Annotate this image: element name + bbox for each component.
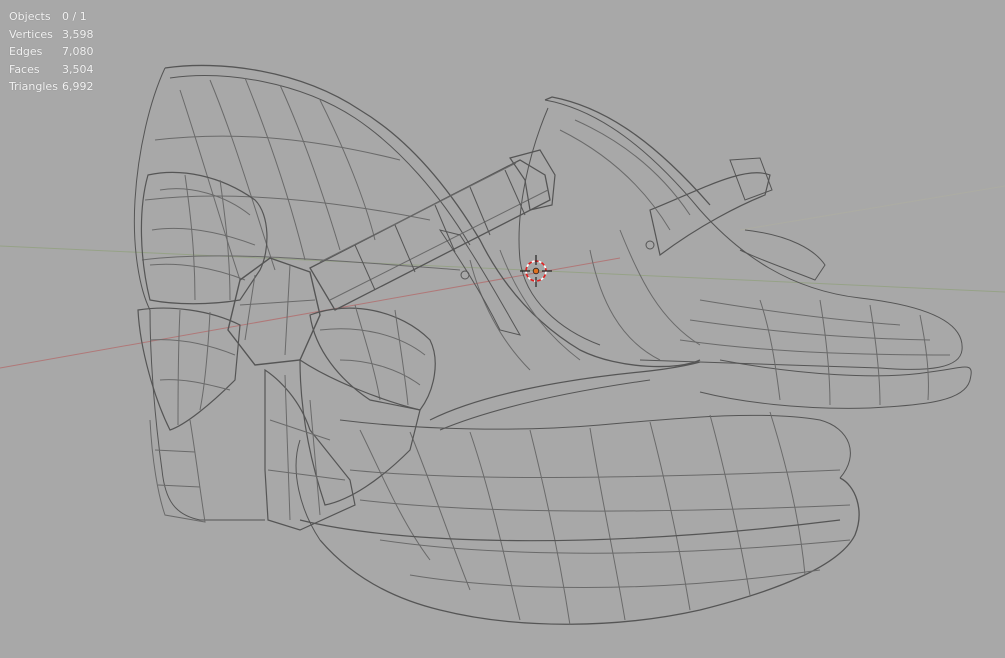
stat-row-objects: Objects 0 / 1 (9, 8, 94, 26)
stat-value: 3,598 (62, 27, 94, 41)
stat-label: Objects (9, 10, 51, 23)
stat-value: 7,080 (62, 45, 94, 58)
stat-row-vertices: Vertices 3,598 (9, 26, 94, 44)
stat-value: 3,504 (62, 62, 94, 76)
stat-label: Edges (9, 45, 43, 58)
mesh-wires (133, 64, 972, 626)
wireframe-shoe-pair-mesh[interactable] (0, 0, 1005, 658)
stat-value: 6,992 (62, 80, 94, 93)
stat-label: Faces (9, 62, 40, 76)
y-axis-line-far (739, 185, 1005, 231)
object-origin-icon (532, 267, 540, 275)
stat-row-triangles: Triangles 6,992 (9, 78, 94, 96)
scene-statistics-overlay: Objects 0 / 1 Vertices 3,598 Edges 7,080… (9, 8, 94, 96)
stat-label: Triangles (9, 80, 58, 93)
y-axis-line (0, 245, 1005, 293)
stat-row-edges: Edges 7,080 (9, 43, 94, 61)
stat-row-faces: Faces 3,504 (9, 61, 94, 79)
stat-label: Vertices (9, 27, 53, 41)
stat-value: 0 / 1 (62, 10, 87, 23)
3d-viewport[interactable]: Objects 0 / 1 Vertices 3,598 Edges 7,080… (0, 0, 1005, 658)
